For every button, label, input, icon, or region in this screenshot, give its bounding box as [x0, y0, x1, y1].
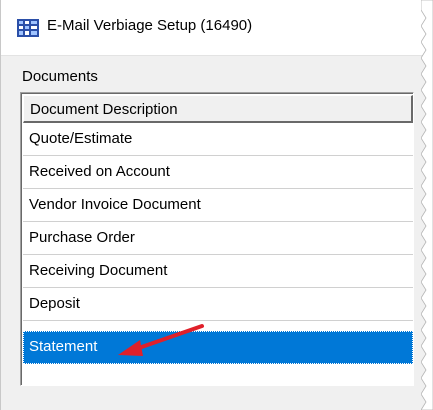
- documents-group-label: Documents: [22, 68, 98, 85]
- list-item-label: Purchase Order: [29, 229, 135, 246]
- list-item-label: Received on Account: [29, 163, 170, 180]
- email-verbiage-setup-window: E-Mail Verbiage Setup (16490) Documents …: [0, 0, 427, 410]
- list-item-purchase-order[interactable]: Purchase Order: [23, 222, 413, 255]
- list-item-statement-selected[interactable]: Statement: [23, 331, 413, 364]
- documents-list[interactable]: Document Description Quote/Estimate Rece…: [20, 92, 414, 386]
- list-item-received-on-account[interactable]: Received on Account: [23, 156, 413, 189]
- torn-edge-decoration: [421, 0, 433, 410]
- list-item-vendor-invoice-document[interactable]: Vendor Invoice Document: [23, 189, 413, 222]
- list-item-label: Deposit: [29, 295, 80, 312]
- column-header-document-description[interactable]: Document Description: [23, 95, 413, 123]
- list-item-receiving-document[interactable]: Receiving Document: [23, 255, 413, 288]
- title-bar[interactable]: E-Mail Verbiage Setup (16490): [1, 0, 427, 56]
- list-item-label: Vendor Invoice Document: [29, 196, 201, 213]
- app-grid-icon: [17, 19, 39, 37]
- list-item-deposit[interactable]: Deposit: [23, 288, 413, 321]
- list-item-quote-estimate[interactable]: Quote/Estimate: [23, 123, 413, 156]
- list-item-label: Receiving Document: [29, 262, 168, 279]
- column-header-label: Document Description: [30, 101, 178, 118]
- list-item-label: Quote/Estimate: [29, 130, 133, 147]
- list-item-label: Statement: [29, 338, 98, 355]
- window-title: E-Mail Verbiage Setup (16490): [47, 17, 253, 34]
